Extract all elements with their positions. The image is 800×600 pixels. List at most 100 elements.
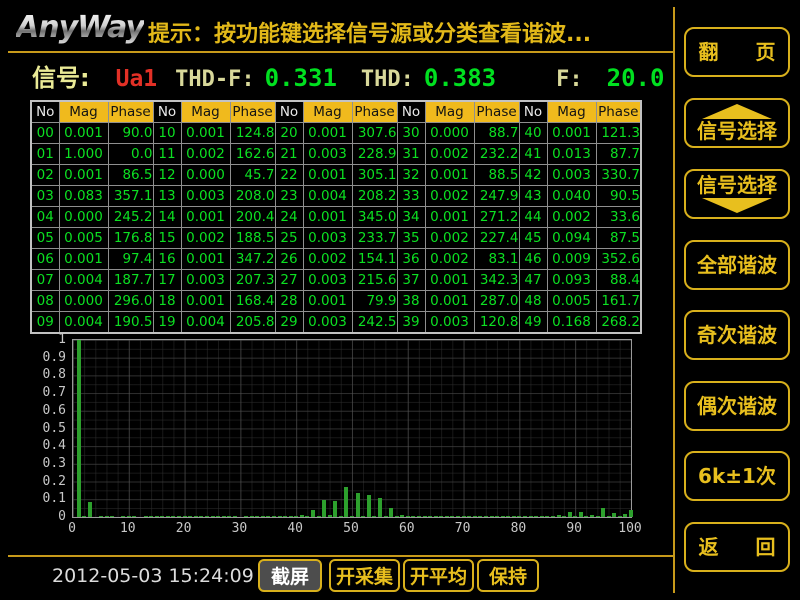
bottom-button-1[interactable]: 开采集 (329, 559, 400, 592)
cell-phase: 87.5 (596, 228, 641, 249)
harmonic-bar (155, 516, 159, 517)
bottombar-divider (8, 555, 674, 557)
cell-mag: 0.001 (425, 291, 474, 312)
x-axis-tick: 50 (331, 521, 371, 536)
harmonic-bar (361, 516, 365, 517)
table-row: 060.00197.4160.001347.2260.002154.1360.0… (31, 249, 641, 270)
table-row: 040.000245.2140.001200.4240.001345.0340.… (31, 207, 641, 228)
cell-mag: 0.003 (181, 270, 230, 291)
table-row: 070.004187.7170.003207.3270.003215.6370.… (31, 270, 641, 291)
harmonic-bar (322, 500, 326, 517)
harmonics-plot (72, 339, 632, 518)
sidebar-button-label: 信号选择 (697, 121, 777, 142)
cell-no: 00 (31, 123, 59, 144)
cell-phase: 79.9 (352, 291, 397, 312)
harmonic-bar (584, 516, 588, 517)
harmonic-bar (568, 512, 572, 517)
sidebar-button-4[interactable]: 奇次谐波 (684, 310, 790, 360)
harmonic-bar (311, 510, 315, 517)
analyzer-screen: AnyWay 提示：按功能键选择信号源或分类查看谐波... 信号: Ua1 TH… (0, 0, 800, 600)
harmonic-bar (216, 516, 220, 517)
harmonic-bar (406, 516, 410, 517)
cell-phase: 287.0 (474, 291, 519, 312)
cell-no: 01 (31, 144, 59, 165)
x-axis-tick: 90 (554, 521, 594, 536)
cell-mag: 0.001 (303, 123, 352, 144)
cell-mag: 0.000 (59, 291, 108, 312)
cell-no: 37 (397, 270, 425, 291)
harmonic-bar (456, 516, 460, 517)
x-axis-tick: 60 (387, 521, 427, 536)
harmonic-bar (88, 502, 92, 517)
harmonic-bar (551, 516, 555, 517)
x-axis-tick: 40 (275, 521, 315, 536)
cell-no: 49 (519, 312, 547, 334)
bottom-button-0[interactable]: 截屏 (258, 559, 322, 592)
cell-phase: 245.2 (108, 207, 153, 228)
harmonic-bar (378, 498, 382, 517)
cell-mag: 0.013 (547, 144, 596, 165)
cell-phase: 233.7 (352, 228, 397, 249)
col-header-no: No (153, 101, 181, 123)
cell-mag: 0.002 (181, 228, 230, 249)
sidebar-button-2[interactable]: 信号选择 (684, 169, 790, 219)
table-row: 011.0000.0110.002162.6210.003228.9310.00… (31, 144, 641, 165)
sidebar-button-1[interactable]: 信号选择 (684, 98, 790, 148)
harmonic-bar (244, 516, 248, 517)
table-row: 020.00186.5120.00045.7220.001305.1320.00… (31, 165, 641, 186)
cell-no: 43 (519, 186, 547, 207)
cell-phase: 207.3 (230, 270, 275, 291)
col-header-phase: Phase (352, 101, 397, 123)
cell-no: 26 (275, 249, 303, 270)
y-axis-tick: 0.8 (30, 367, 66, 382)
sidebar-button-3[interactable]: 全部谐波 (684, 240, 790, 290)
cell-no: 38 (397, 291, 425, 312)
cell-mag: 1.000 (59, 144, 108, 165)
cell-mag: 0.094 (547, 228, 596, 249)
bottom-button-3[interactable]: 保持 (477, 559, 539, 592)
sidebar-button-6[interactable]: 6k±1次 (684, 451, 790, 501)
cell-mag: 0.003 (303, 312, 352, 334)
cell-no: 39 (397, 312, 425, 334)
harmonics-table-body: 000.00190.0100.001124.8200.001307.6300.0… (31, 123, 641, 334)
cell-phase: 88.4 (596, 270, 641, 291)
cell-phase: 200.4 (230, 207, 275, 228)
down-triangle-icon (702, 198, 772, 213)
cell-mag: 0.001 (181, 123, 230, 144)
y-axis-tick: 0.9 (30, 350, 66, 365)
sidebar-button-label: 6k±1次 (698, 466, 776, 487)
cell-mag: 0.004 (59, 270, 108, 291)
cell-phase: 227.4 (474, 228, 519, 249)
sidebar-button-7[interactable]: 返 回 (684, 522, 790, 572)
y-axis-tick: 0.6 (30, 403, 66, 418)
cell-mag: 0.001 (181, 249, 230, 270)
cell-no: 16 (153, 249, 181, 270)
cell-phase: 120.8 (474, 312, 519, 334)
cell-mag: 0.001 (425, 270, 474, 291)
sidebar-button-5[interactable]: 偶次谐波 (684, 381, 790, 431)
cell-no: 31 (397, 144, 425, 165)
cell-phase: 347.2 (230, 249, 275, 270)
harmonic-bar (395, 516, 399, 517)
cell-no: 27 (275, 270, 303, 291)
harmonic-bar (462, 516, 466, 517)
cell-phase: 330.7 (596, 165, 641, 186)
sidebar-button-label: 奇次谐波 (697, 325, 777, 346)
timestamp: 2012-05-03 15:24:09 (52, 565, 254, 587)
cell-mag: 0.002 (181, 144, 230, 165)
cell-phase: 357.1 (108, 186, 153, 207)
cell-no: 23 (275, 186, 303, 207)
harmonic-bar (255, 516, 259, 517)
harmonic-bar (132, 516, 136, 517)
cell-mag: 0.003 (303, 270, 352, 291)
cell-mag: 0.003 (547, 165, 596, 186)
x-axis-tick: 100 (610, 521, 650, 536)
sidebar-button-0[interactable]: 翻 页 (684, 27, 790, 77)
freq-value: 20.0 (607, 64, 665, 92)
harmonic-bar (450, 516, 454, 517)
harmonics-table: NoMagPhaseNoMagPhaseNoMagPhaseNoMagPhase… (30, 100, 642, 334)
col-header-no: No (397, 101, 425, 123)
cell-mag: 0.083 (59, 186, 108, 207)
harmonic-bar (233, 516, 237, 517)
bottom-button-2[interactable]: 开平均 (403, 559, 474, 592)
